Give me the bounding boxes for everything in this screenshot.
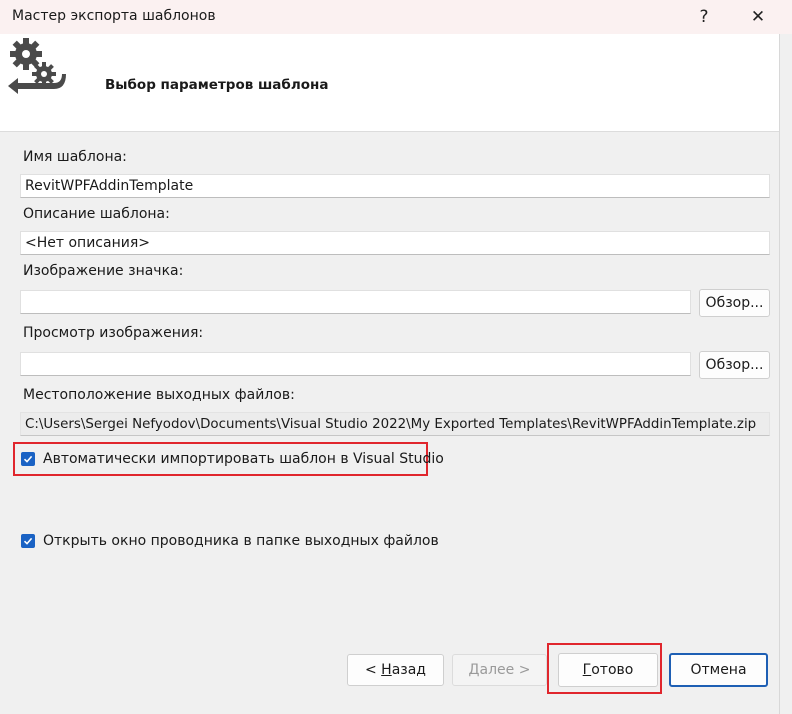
help-icon: ? [699,7,709,27]
icon-image-label: Изображение значка: [23,263,184,279]
help-button[interactable]: ? [681,0,727,34]
back-arrow: < [364,662,377,678]
checkbox-checked-icon [21,534,35,548]
finish-label: отово [591,662,634,678]
back-label: азад [391,662,426,678]
title-bar: Мастер экспорта шаблонов ? ✕ [0,0,792,34]
window-title: Мастер экспорта шаблонов [12,8,216,24]
icon-image-input[interactable] [20,290,691,314]
back-button[interactable]: < Назад [347,654,444,686]
icon-image-browse-button[interactable]: Обзор... [699,289,770,317]
cancel-button[interactable]: Отмена [669,653,768,687]
close-button[interactable]: ✕ [735,0,781,34]
auto-import-label: Автоматически импортировать шаблон в Vis… [43,451,444,467]
auto-import-checkbox[interactable]: Автоматически импортировать шаблон в Vis… [21,451,444,467]
close-icon: ✕ [750,7,766,27]
preview-image-input[interactable] [20,352,691,376]
checkbox-checked-icon [21,452,35,466]
right-edge [779,34,792,714]
gears-arrow-icon [8,38,66,94]
finish-hotkey: Г [582,662,592,678]
next-label: алее [479,662,515,678]
output-location-field: C:\Users\Sergei Nefyodov\Documents\Visua… [20,412,770,436]
next-arrow: > [518,662,531,678]
back-hotkey: Н [381,662,392,678]
page-title: Выбор параметров шаблона [105,77,329,93]
template-description-input[interactable]: <Нет описания> [20,231,770,255]
template-name-input[interactable]: RevitWPFAddinTemplate [20,174,770,198]
template-description-label: Описание шаблона: [23,206,170,222]
next-hotkey: Д [468,662,480,678]
preview-image-browse-button[interactable]: Обзор... [699,351,770,379]
preview-image-label: Просмотр изображения: [23,325,204,341]
next-button[interactable]: Далее > [452,654,547,686]
wizard-header: Выбор параметров шаблона [0,34,779,132]
open-explorer-checkbox[interactable]: Открыть окно проводника в папке выходных… [21,533,439,549]
finish-button[interactable]: Готово [558,653,658,687]
output-location-label: Местоположение выходных файлов: [23,387,295,403]
template-name-label: Имя шаблона: [23,149,127,165]
open-explorer-label: Открыть окно проводника в папке выходных… [43,533,439,549]
